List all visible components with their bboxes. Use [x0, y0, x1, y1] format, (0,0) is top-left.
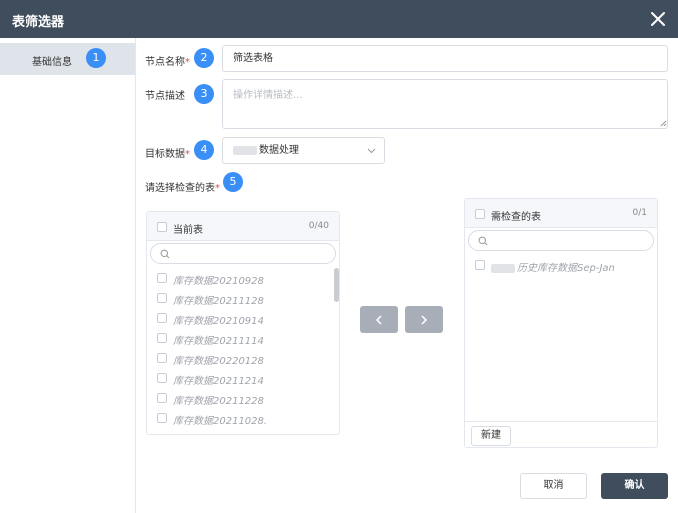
item-checkbox[interactable] [475, 260, 485, 270]
target-search-input[interactable] [468, 230, 654, 251]
dialog-title: 表筛选器 [12, 15, 65, 30]
list-item[interactable]: 库存数据20211214 [147, 368, 327, 388]
list-item[interactable]: 库存数据20220128 [147, 348, 327, 368]
search-icon [160, 249, 170, 259]
chevron-down-icon [367, 148, 376, 154]
target-data-value: 数据处理 [259, 145, 299, 156]
target-data-label: 目标数据* [145, 149, 190, 160]
target-panel-title: 需检查的表 [491, 212, 541, 223]
new-button[interactable]: 新建 [471, 426, 511, 446]
list-item[interactable]: 库存数据20211028. [147, 408, 327, 428]
list-item[interactable]: 历史库存数据Sep-Jan [465, 255, 645, 275]
step-badge: 4 [194, 140, 214, 160]
item-checkbox[interactable] [157, 293, 167, 303]
list-item[interactable]: 库存数据20211228 [147, 388, 327, 408]
source-panel-header: 当前表 0/40 [147, 212, 339, 241]
target-panel-count: 0/1 [632, 208, 647, 218]
move-right-button[interactable] [405, 306, 443, 333]
node-desc-textarea[interactable]: 操作详情描述... [222, 79, 668, 129]
redacted-text [233, 145, 257, 155]
cancel-button[interactable]: 取消 [520, 473, 587, 499]
item-checkbox[interactable] [157, 373, 167, 383]
list-item[interactable]: 库存数据20211114 [147, 328, 327, 348]
item-checkbox[interactable] [157, 273, 167, 283]
search-icon [478, 236, 488, 246]
source-table-panel: 当前表 0/40 库存数据20210928 库存数据20211128 库存数据2… [146, 211, 340, 435]
step-badge: 1 [86, 48, 106, 68]
item-checkbox[interactable] [157, 353, 167, 363]
node-desc-label: 节点描述 [145, 91, 185, 102]
list-item[interactable]: 库存数据20211128 [147, 288, 327, 308]
list-scrollbar[interactable] [334, 268, 339, 302]
select-tables-label: 请选择检查的表* [145, 183, 220, 194]
move-left-button[interactable] [360, 306, 398, 333]
step-badge: 3 [194, 84, 214, 104]
item-checkbox[interactable] [157, 393, 167, 403]
chevron-left-icon [375, 315, 382, 325]
node-name-input[interactable]: 筛选表格 [222, 45, 668, 72]
dialog-header: 表筛选器 [0, 0, 678, 38]
target-data-select[interactable]: 数据处理 [222, 137, 385, 164]
source-panel-title: 当前表 [173, 225, 203, 236]
panel-footer-divider [465, 421, 657, 422]
step-badge: 2 [194, 48, 214, 68]
target-panel-header: 需检查的表 0/1 [465, 199, 657, 228]
sidebar-item-label: 基础信息 [32, 57, 72, 68]
item-checkbox[interactable] [157, 313, 167, 323]
chevron-right-icon [421, 315, 428, 325]
item-checkbox[interactable] [157, 333, 167, 343]
source-search-input[interactable] [150, 243, 336, 264]
sidebar: 基础信息 1 [0, 38, 136, 513]
item-checkbox[interactable] [157, 413, 167, 423]
resize-handle-icon[interactable] [660, 120, 667, 127]
confirm-button[interactable]: 确认 [601, 473, 668, 499]
node-name-label: 节点名称* [145, 57, 190, 68]
select-all-checkbox[interactable] [475, 209, 485, 219]
list-item[interactable]: 库存数据20210914 [147, 308, 327, 328]
redacted-text [491, 263, 515, 273]
source-panel-count: 0/40 [308, 221, 329, 231]
step-badge: 5 [223, 172, 243, 192]
select-all-checkbox[interactable] [157, 222, 167, 232]
list-item[interactable]: 库存数据20210928 [147, 268, 327, 288]
close-icon[interactable] [648, 9, 668, 29]
sidebar-item-basic-info[interactable]: 基础信息 1 [0, 43, 135, 75]
target-table-panel: 需检查的表 0/1 历史库存数据Sep-Jan 新建 [464, 198, 658, 448]
